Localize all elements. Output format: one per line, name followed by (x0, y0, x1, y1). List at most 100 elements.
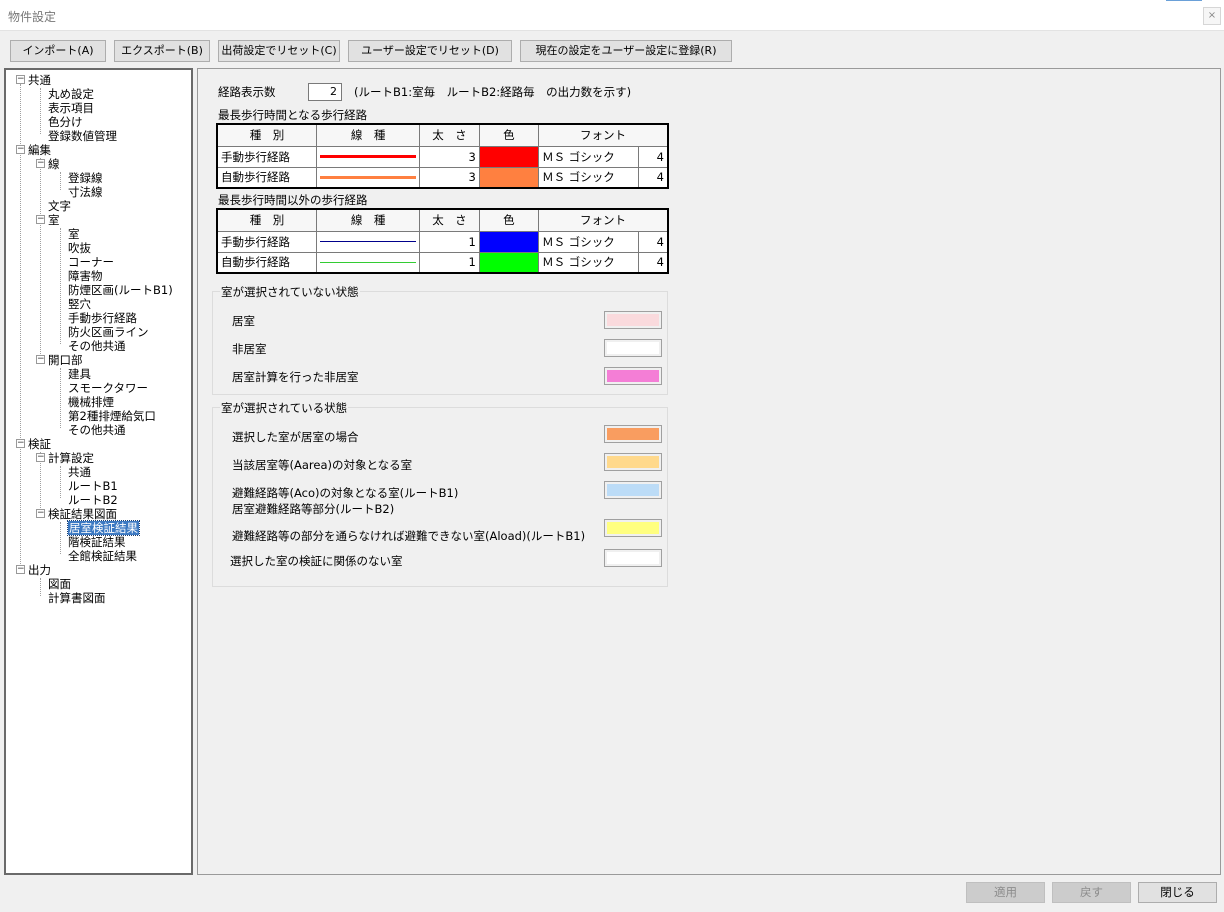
tree-item-corner[interactable]: コーナー (68, 255, 114, 269)
table-row[interactable]: 自動歩行経路 3 ＭＳ ゴシック 4 (216, 166, 669, 189)
tree-guide (60, 172, 61, 190)
export-button[interactable]: エクスポート(B) (114, 40, 210, 62)
tree-item-calc-settings[interactable]: 計算設定 (48, 451, 94, 465)
tree-item-line[interactable]: 線 (48, 157, 60, 171)
tree-item-route-b2[interactable]: ルートB2 (68, 493, 118, 507)
swatch-fill (607, 342, 659, 354)
apply-button[interactable]: 適用 (966, 882, 1045, 903)
tree-item-opening-other[interactable]: その他共通 (68, 423, 126, 437)
tree-item-fitting[interactable]: 建具 (68, 367, 91, 381)
settings-panel: 経路表示数 2 (ルートB1:室毎 ルートB2:経路毎 の出力数を示す) 最長歩… (197, 68, 1221, 875)
tree-item-fire-compartment-line[interactable]: 防火区画ライン (68, 325, 149, 339)
color-cell[interactable] (478, 166, 540, 189)
tree-item-verification[interactable]: 検証 (28, 437, 51, 451)
swatch-fill (607, 522, 659, 534)
row-width[interactable]: 3 (419, 166, 480, 189)
row-font[interactable]: ＭＳ ゴシック (538, 166, 639, 189)
color-cell[interactable] (478, 230, 540, 253)
row-font[interactable]: ＭＳ ゴシック (538, 251, 639, 274)
row-width[interactable]: 1 (419, 251, 480, 274)
tree-item-output[interactable]: 出力 (28, 563, 51, 577)
collapse-icon[interactable]: − (36, 215, 45, 224)
line-swatch-cell[interactable] (316, 166, 421, 189)
tree-item-text[interactable]: 文字 (48, 199, 71, 213)
non-living-room-color[interactable] (604, 339, 662, 357)
tree-item-dimension-line[interactable]: 寸法線 (68, 185, 103, 199)
aco-label: 避難経路等(Aco)の対象となる室(ルートB1) (232, 486, 459, 500)
row-width[interactable]: 3 (419, 145, 480, 168)
settings-tree[interactable]: − − − − − − − − − 共通 丸め設定 表示項目 色分け 登録数値管… (4, 68, 193, 875)
tree-item-room-result[interactable]: 居室検証結果 (67, 520, 140, 536)
tree-item-display-items[interactable]: 表示項目 (48, 101, 94, 115)
tree-item-result-drawings[interactable]: 検証結果図面 (48, 507, 117, 521)
tree-guide (60, 228, 61, 344)
tree-item-report-drawing[interactable]: 計算書図面 (48, 591, 106, 605)
collapse-icon[interactable]: − (36, 509, 45, 518)
tree-item-smoke-compartment[interactable]: 防煙区画(ルートB1) (68, 283, 173, 297)
row-width[interactable]: 1 (419, 230, 480, 253)
selected-living-color[interactable] (604, 425, 662, 443)
tree-item-shaft[interactable]: 竪穴 (68, 297, 91, 311)
tree-item-floor-result[interactable]: 階検証結果 (68, 535, 126, 549)
title-accent (1166, 0, 1202, 1)
unrelated-color[interactable] (604, 549, 662, 567)
tree-guide (40, 88, 41, 134)
collapse-icon[interactable]: − (16, 565, 25, 574)
table-row[interactable]: 自動歩行経路 1 ＭＳ ゴシック 4 (216, 251, 669, 274)
tree-item-type2-supply[interactable]: 第2種排煙給気口 (68, 409, 156, 423)
table-row[interactable]: 手動歩行経路 1 ＭＳ ゴシック 4 (216, 230, 669, 253)
tree-item-smoke-tower[interactable]: スモークタワー (68, 381, 148, 395)
tree-item-color-coding[interactable]: 色分け (48, 115, 83, 129)
line-swatch-cell[interactable] (316, 251, 421, 274)
revert-button[interactable]: 戻す (1052, 882, 1131, 903)
row-font-size[interactable]: 4 (637, 145, 669, 168)
collapse-icon[interactable]: − (36, 159, 45, 168)
collapse-icon[interactable]: − (16, 145, 25, 154)
row-font[interactable]: ＭＳ ゴシック (538, 230, 639, 253)
tree-item-opening[interactable]: 開口部 (48, 353, 83, 367)
aco-color[interactable] (604, 481, 662, 499)
tree-item-mechanical-exhaust[interactable]: 機械排煙 (68, 395, 114, 409)
close-button[interactable]: 閉じる (1138, 882, 1217, 903)
line-swatch-cell[interactable] (316, 145, 421, 168)
reset-user-button[interactable]: ユーザー設定でリセット(D) (348, 40, 512, 62)
tree-item-calc-common[interactable]: 共通 (68, 465, 91, 479)
tree-item-room-group[interactable]: 室 (48, 213, 60, 227)
row-font[interactable]: ＭＳ ゴシック (538, 145, 639, 168)
color-cell[interactable] (478, 251, 540, 274)
tree-item-registered-line[interactable]: 登録線 (68, 171, 103, 185)
aarea-color[interactable] (604, 453, 662, 471)
collapse-icon[interactable]: − (16, 439, 25, 448)
tree-item-obstacle[interactable]: 障害物 (68, 269, 103, 283)
tree-item-manual-walk-path[interactable]: 手動歩行経路 (68, 311, 137, 325)
table-row[interactable]: 手動歩行経路 3 ＭＳ ゴシック 4 (216, 145, 669, 168)
tree-item-building-result[interactable]: 全館検証結果 (68, 549, 137, 563)
tree-item-rounding[interactable]: 丸め設定 (48, 87, 94, 101)
tree-item-common[interactable]: 共通 (28, 73, 51, 87)
collapse-icon[interactable]: − (16, 75, 25, 84)
row-font-size[interactable]: 4 (637, 166, 669, 189)
tree-item-edit[interactable]: 編集 (28, 143, 51, 157)
register-user-button[interactable]: 現在の設定をユーザー設定に登録(R) (520, 40, 732, 62)
import-button[interactable]: インポート(A) (10, 40, 106, 62)
row-font-size[interactable]: 4 (637, 230, 669, 253)
row-font-size[interactable]: 4 (637, 251, 669, 274)
tree-item-room[interactable]: 室 (68, 227, 80, 241)
calc-non-living-color[interactable] (604, 367, 662, 385)
tree-item-void[interactable]: 吹抜 (68, 241, 91, 255)
color-cell[interactable] (478, 145, 540, 168)
tree-item-registered-values[interactable]: 登録数値管理 (48, 129, 117, 143)
selected-group-title: 室が選択されている状態 (220, 400, 349, 416)
collapse-icon[interactable]: − (36, 453, 45, 462)
close-icon[interactable]: × (1203, 7, 1221, 25)
route-count-input[interactable]: 2 (308, 83, 342, 101)
reset-shipping-button[interactable]: 出荷設定でリセット(C) (218, 40, 340, 62)
line-swatch-cell[interactable] (316, 230, 421, 253)
tree-item-room-other[interactable]: その他共通 (68, 339, 126, 353)
collapse-icon[interactable]: − (36, 355, 45, 364)
tree-item-route-b1[interactable]: ルートB1 (68, 479, 118, 493)
living-room-color[interactable] (604, 311, 662, 329)
title-bar: 物件設定 × (0, 0, 1224, 31)
aload-color[interactable] (604, 519, 662, 537)
tree-item-drawing[interactable]: 図面 (48, 577, 71, 591)
